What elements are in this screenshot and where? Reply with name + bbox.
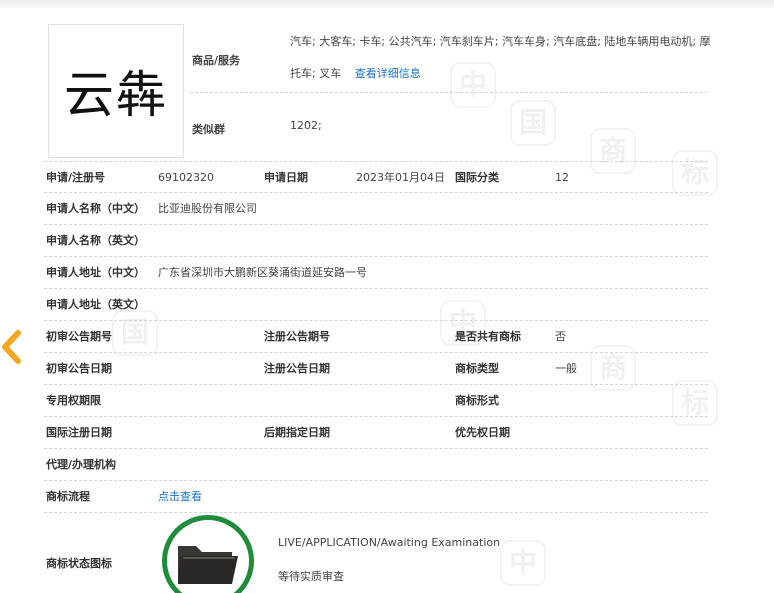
status-text-en: LIVE/APPLICATION/Awaiting Examination: [278, 536, 501, 549]
divider: [190, 92, 708, 93]
info-row: 国际注册日期 后期指定日期 优先权日期: [44, 417, 708, 449]
trademark-process-label: 商标流程: [46, 490, 90, 503]
info-row: 初审公告日期 注册公告日期 商标类型 一般: [44, 353, 708, 385]
registration-announcement-date-label: 注册公告日期: [264, 362, 330, 375]
applicant-address-en-label: 申请人地址（英文）: [46, 298, 145, 311]
info-row: 申请/注册号 69102320 申请日期 2023年01月04日 国际分类 12: [44, 161, 708, 193]
trademark-image: 云犇: [48, 24, 184, 158]
prelim-announcement-date-label: 初审公告日期: [46, 362, 112, 375]
folder-icon: [178, 546, 238, 584]
application-number-value: 69102320: [158, 171, 214, 184]
goods-line-1: 汽车; 大客车; 卡车; 公共汽车; 汽车刹车片; 汽车车身; 汽车底盘; 陆地…: [290, 35, 711, 48]
info-row: 申请人地址（英文）: [44, 289, 708, 321]
trademark-form-label: 商标形式: [455, 394, 499, 407]
top-bar: [0, 0, 774, 8]
application-date-label: 申请日期: [264, 171, 308, 184]
info-row: 申请人地址（中文） 广东省深圳市大鹏新区葵涌街道延安路一号: [44, 257, 708, 289]
applicant-address-cn-label: 申请人地址（中文）: [46, 266, 145, 279]
info-row: 初审公告期号 注册公告期号 是否共有商标 否: [44, 321, 708, 353]
info-row: 申请人名称（中文） 比亚迪股份有限公司: [44, 193, 708, 225]
status-icon-label: 商标状态图标: [46, 557, 112, 570]
chevron-left-icon[interactable]: [0, 330, 22, 364]
trademark-type-label: 商标类型: [455, 362, 499, 375]
agency-label: 代理/办理机构: [46, 458, 117, 471]
info-row: 申请人名称（英文）: [44, 225, 708, 257]
status-text-cn: 等待实质审查: [278, 570, 344, 583]
international-class-label: 国际分类: [455, 171, 499, 184]
shared-trademark-value: 否: [555, 330, 566, 343]
international-class-value: 12: [555, 171, 569, 184]
application-date-value: 2023年01月04日: [356, 171, 445, 184]
goods-value: 汽车; 大客车; 卡车; 公共汽车; 汽车刹车片; 汽车车身; 汽车底盘; 陆地…: [290, 26, 711, 90]
goods-label: 商品/服务: [192, 54, 241, 67]
trademark-text: 云犇: [64, 66, 168, 124]
subsequent-designation-date-label: 后期指定日期: [264, 426, 330, 439]
trademark-type-value: 一般: [555, 362, 577, 375]
exclusive-right-period-label: 专用权期限: [46, 394, 101, 407]
view-details-link[interactable]: 查看详细信息: [355, 67, 421, 80]
prelim-announcement-no-label: 初审公告期号: [46, 330, 112, 343]
shared-trademark-label: 是否共有商标: [455, 330, 521, 343]
goods-line-2-text: 托车; 叉车: [290, 67, 342, 80]
priority-date-label: 优先权日期: [455, 426, 510, 439]
watermark: 国: [510, 100, 556, 146]
applicant-address-cn-value: 广东省深圳市大鹏新区葵涌街道延安路一号: [158, 266, 367, 279]
registration-announcement-no-label: 注册公告期号: [264, 330, 330, 343]
info-row: 代理/办理机构: [44, 449, 708, 481]
similar-group-label: 类似群: [192, 123, 225, 136]
view-process-link[interactable]: 点击查看: [158, 481, 202, 513]
goods-line-2: 托车; 叉车 查看详细信息: [290, 58, 710, 90]
applicant-name-cn-value: 比亚迪股份有限公司: [158, 202, 257, 215]
info-row: 商标流程 点击查看: [44, 481, 708, 513]
watermark: 中: [500, 540, 546, 586]
applicant-name-en-label: 申请人名称（英文）: [46, 234, 145, 247]
similar-group-value: 1202;: [290, 119, 322, 132]
application-number-label: 申请/注册号: [46, 171, 106, 184]
international-registration-date-label: 国际注册日期: [46, 426, 112, 439]
info-row: 专用权期限 商标形式: [44, 385, 708, 417]
applicant-name-cn-label: 申请人名称（中文）: [46, 202, 145, 215]
